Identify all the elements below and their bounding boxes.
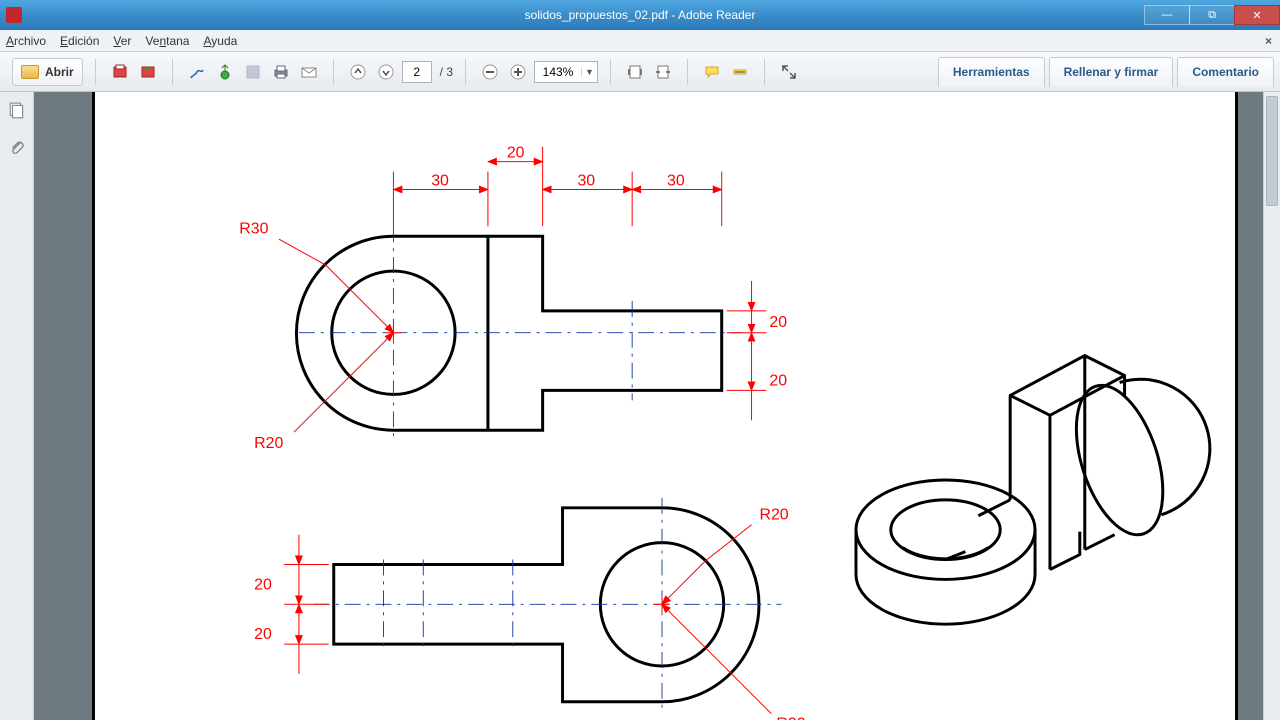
dim-30: 30 bbox=[431, 173, 449, 190]
dim-20: 20 bbox=[507, 145, 525, 162]
zoom-input[interactable] bbox=[535, 65, 581, 79]
zoom-dropdown-icon[interactable]: ▼ bbox=[581, 67, 597, 77]
read-mode-icon[interactable] bbox=[777, 60, 801, 84]
separator bbox=[687, 59, 688, 85]
menu-window[interactable]: Ventana bbox=[145, 34, 189, 48]
menu-edit[interactable]: Edición bbox=[60, 34, 99, 48]
save-icon[interactable] bbox=[241, 60, 265, 84]
separator bbox=[95, 59, 96, 85]
dim-20: 20 bbox=[254, 576, 272, 593]
menu-help[interactable]: Ayuda bbox=[203, 34, 237, 48]
scrollbar-thumb[interactable] bbox=[1266, 96, 1278, 206]
title-bar: solidos_propuestos_02.pdf - Adobe Reader… bbox=[0, 0, 1280, 30]
pdf-page: 30 20 30 30 20 20 bbox=[92, 92, 1238, 720]
page-down-icon[interactable] bbox=[374, 60, 398, 84]
print-pdf-icon[interactable] bbox=[108, 60, 132, 84]
thumbnails-icon[interactable] bbox=[6, 100, 28, 122]
window-title: solidos_propuestos_02.pdf - Adobe Reader bbox=[525, 8, 756, 22]
zoom-in-icon[interactable] bbox=[506, 60, 530, 84]
nav-sidebar bbox=[0, 92, 34, 720]
menu-file[interactable]: AArchivorchivo bbox=[6, 34, 46, 48]
share-icon[interactable] bbox=[213, 60, 237, 84]
tab-tools[interactable]: Herramientas bbox=[938, 57, 1045, 87]
tab-fill-sign[interactable]: Rellenar y firmar bbox=[1049, 57, 1174, 87]
dim-r20: R20 bbox=[254, 435, 283, 452]
dim-r30: R30 bbox=[776, 716, 805, 720]
separator bbox=[610, 59, 611, 85]
tab-comment[interactable]: Comentario bbox=[1177, 57, 1274, 87]
email-icon[interactable] bbox=[297, 60, 321, 84]
document-viewport[interactable]: 30 20 30 30 20 20 bbox=[34, 92, 1263, 720]
menu-bar: AArchivorchivo Edición Ver Ventana Ayuda… bbox=[0, 30, 1280, 52]
fit-width-icon[interactable] bbox=[651, 60, 675, 84]
open-button[interactable]: Abrir bbox=[12, 58, 83, 86]
vertical-scrollbar[interactable] bbox=[1263, 92, 1280, 720]
separator bbox=[764, 59, 765, 85]
dim-r20: R20 bbox=[759, 507, 788, 524]
window-controls: — ⧉ ✕ bbox=[1145, 5, 1280, 25]
dim-30: 30 bbox=[577, 173, 595, 190]
right-panel-tabs: Herramientas Rellenar y firmar Comentari… bbox=[934, 57, 1274, 87]
dim-20: 20 bbox=[769, 314, 787, 331]
technical-drawing: 30 20 30 30 20 20 bbox=[95, 92, 1235, 720]
separator bbox=[172, 59, 173, 85]
page-total-label: / 3 bbox=[440, 65, 453, 79]
comment-bubble-icon[interactable] bbox=[700, 60, 724, 84]
workspace: 30 20 30 30 20 20 bbox=[0, 92, 1280, 720]
attachments-icon[interactable] bbox=[6, 136, 28, 158]
document-close-button[interactable]: × bbox=[1265, 34, 1272, 48]
app-icon bbox=[6, 7, 22, 23]
separator bbox=[465, 59, 466, 85]
dim-20: 20 bbox=[769, 372, 787, 389]
highlight-icon[interactable] bbox=[728, 60, 752, 84]
sign-icon[interactable] bbox=[185, 60, 209, 84]
page-number-input[interactable] bbox=[402, 61, 432, 83]
export-pdf-icon[interactable] bbox=[136, 60, 160, 84]
print-icon[interactable] bbox=[269, 60, 293, 84]
minimize-button[interactable]: — bbox=[1144, 5, 1190, 25]
toolbar: Abrir / 3 ▼ bbox=[0, 52, 1280, 92]
close-button[interactable]: ✕ bbox=[1234, 5, 1280, 25]
dim-r30: R30 bbox=[239, 220, 268, 237]
menu-view[interactable]: Ver bbox=[113, 34, 131, 48]
zoom-combo[interactable]: ▼ bbox=[534, 61, 598, 83]
separator bbox=[333, 59, 334, 85]
open-label: Abrir bbox=[45, 65, 74, 79]
zoom-out-icon[interactable] bbox=[478, 60, 502, 84]
dim-20: 20 bbox=[254, 626, 272, 643]
dim-30: 30 bbox=[667, 173, 685, 190]
maximize-button[interactable]: ⧉ bbox=[1189, 5, 1235, 25]
folder-icon bbox=[21, 65, 39, 79]
fit-page-icon[interactable] bbox=[623, 60, 647, 84]
page-up-icon[interactable] bbox=[346, 60, 370, 84]
